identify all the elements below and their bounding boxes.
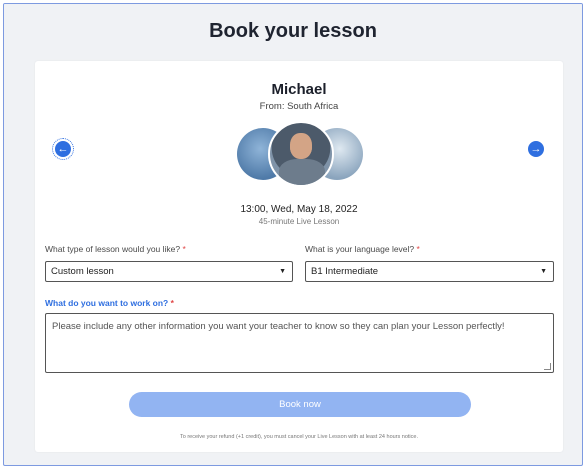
lesson-duration: 45-minute Live Lesson bbox=[258, 217, 340, 226]
lesson-datetime: 13:00, Wed, May 18, 2022 bbox=[240, 204, 358, 215]
lesson-type-label: What type of lesson would you like? * bbox=[45, 244, 186, 254]
lesson-type-select[interactable]: Custom lesson ▼ bbox=[45, 261, 293, 282]
page-title: Book your lesson bbox=[209, 19, 377, 42]
required-marker: * bbox=[416, 244, 420, 254]
booking-window: Book your lesson Michael From: South Afr… bbox=[3, 3, 583, 466]
dropdown-caret-icon: ▼ bbox=[279, 268, 286, 275]
work-on-label: What do you want to work on? * bbox=[45, 298, 174, 308]
book-now-button[interactable]: Book now bbox=[129, 392, 471, 417]
carousel-prev-button[interactable]: ← bbox=[52, 138, 74, 160]
required-marker: * bbox=[170, 298, 174, 308]
booking-card: Michael From: South Africa ← → 13:00, We… bbox=[35, 61, 563, 452]
resize-handle-icon[interactable] bbox=[544, 363, 551, 370]
arrow-right-icon: → bbox=[530, 143, 542, 155]
work-on-textarea[interactable]: Please include any other information you… bbox=[45, 313, 554, 373]
page-header: Book your lesson bbox=[4, 4, 582, 58]
required-marker: * bbox=[182, 244, 186, 254]
language-level-label: What is your language level? * bbox=[305, 244, 420, 254]
teacher-photo-current bbox=[268, 121, 334, 187]
carousel-next-button[interactable]: → bbox=[528, 141, 544, 157]
refund-policy-note: To receive your refund (+1 credit), you … bbox=[180, 434, 418, 440]
dropdown-caret-icon: ▼ bbox=[540, 268, 547, 275]
arrow-left-icon: ← bbox=[57, 143, 69, 155]
language-level-select[interactable]: B1 Intermediate ▼ bbox=[305, 261, 554, 282]
teacher-country: From: South Africa bbox=[259, 101, 339, 112]
teacher-name: Michael bbox=[271, 81, 327, 98]
teacher-carousel bbox=[235, 121, 367, 187]
